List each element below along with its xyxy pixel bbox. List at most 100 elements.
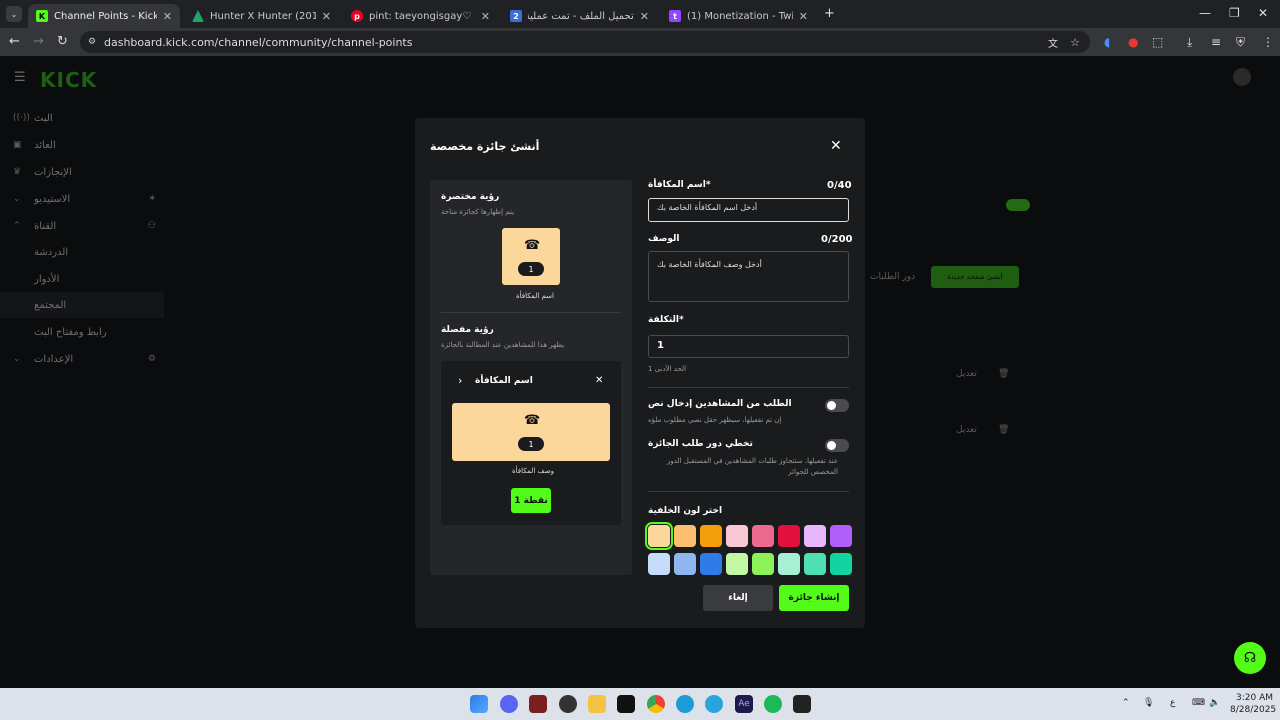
color-swatch[interactable] <box>778 553 800 575</box>
app-icon[interactable] <box>559 695 577 713</box>
language-indicator[interactable]: ع <box>1170 698 1175 708</box>
extensions-puzzle-icon[interactable]: ⬚ <box>1152 35 1163 49</box>
windows-start-icon[interactable] <box>470 695 488 713</box>
delete-icon[interactable]: 🗑 <box>998 369 1009 379</box>
skip-queue-toggle[interactable] <box>825 439 849 452</box>
tab-google-drive[interactable]: Hunter X Hunter (2011) - Goog ✕ <box>184 4 339 28</box>
tab-search-button[interactable]: ⌄ <box>6 6 22 22</box>
require-text-toggle[interactable] <box>825 399 849 412</box>
reward-name-input[interactable]: أدخل اسم المكافأة الخاصة بك <box>648 198 849 222</box>
close-icon[interactable]: ✕ <box>163 10 172 23</box>
back-icon[interactable]: ← <box>9 34 20 49</box>
window-close-button[interactable]: ✕ <box>1258 6 1268 20</box>
edit-button[interactable]: تعديل <box>956 369 977 379</box>
new-tab-button[interactable]: + <box>824 6 835 21</box>
modal-title: أنشئ جائزة مخصصة <box>430 140 540 153</box>
download-icon[interactable]: ⤓ <box>1187 35 1192 50</box>
color-swatch[interactable] <box>674 553 696 575</box>
spotify-icon[interactable] <box>764 695 782 713</box>
tab-pinterest[interactable]: p pint: taeyongisgay♡ ✕ <box>343 4 498 28</box>
site-info-icon[interactable]: ⚙ <box>88 37 96 47</box>
hamburger-icon[interactable]: ☰ <box>14 70 26 85</box>
color-swatch[interactable] <box>700 525 722 547</box>
sidebar-item-chat[interactable]: الدردشة <box>0 239 164 265</box>
sidebar-item-community[interactable]: المجتمع <box>0 292 164 318</box>
color-swatch[interactable] <box>700 553 722 575</box>
support-chat-button[interactable]: ☊ <box>1234 642 1266 674</box>
capcut-icon[interactable] <box>617 695 635 713</box>
kick-icon: K <box>36 10 48 22</box>
close-icon[interactable]: ✕ <box>595 375 603 386</box>
sidebar-item-stream[interactable]: ((·)) البث <box>0 105 164 131</box>
color-swatch[interactable] <box>726 525 748 547</box>
tab-file-convert[interactable]: 2 تحميل الملف - تمت عملية التحويل ✕ <box>502 4 657 28</box>
new-page-button[interactable]: أنشئ صفحة جديدة <box>931 266 1019 288</box>
close-icon[interactable]: ✕ <box>322 10 331 23</box>
enabled-toggle[interactable] <box>1006 199 1030 211</box>
sidebar-item-studio[interactable]: ⌄ الاستيديو ✶ <box>0 186 164 212</box>
tab-kick-dashboard[interactable]: K Channel Points - Kick Dashboard ✕ <box>28 4 180 28</box>
edge-icon[interactable] <box>676 695 694 713</box>
translate-icon[interactable]: 文 <box>1048 35 1058 50</box>
discord-icon[interactable] <box>500 695 518 713</box>
sidebar-item-roles[interactable]: الأدوار <box>0 266 164 292</box>
tab-twitch[interactable]: t (1) Monetization - Twitch ✕ <box>661 4 816 28</box>
app-icon[interactable] <box>793 695 811 713</box>
sidebar-item-channel[interactable]: ⌃ القناة ⚇ <box>0 213 164 239</box>
color-swatch[interactable] <box>830 525 852 547</box>
close-icon[interactable]: ✕ <box>640 10 649 23</box>
close-icon[interactable]: ✕ <box>799 10 808 23</box>
color-swatch[interactable] <box>726 553 748 575</box>
minimize-button[interactable]: — <box>1199 6 1211 20</box>
detailed-view-title: رؤية مفصلة <box>441 325 494 335</box>
app-icon[interactable] <box>529 695 547 713</box>
menu-icon[interactable]: ⋮ <box>1262 35 1274 49</box>
clock-date[interactable]: 8/28/2025 <box>1230 705 1276 715</box>
close-icon[interactable]: ✕ <box>830 138 842 154</box>
forward-icon[interactable]: → <box>33 34 44 49</box>
address-bar[interactable]: ⚙ dashboard.kick.com/channel/community/c… <box>80 31 1090 53</box>
chevron-right-icon[interactable]: › <box>458 374 462 387</box>
chrome-icon[interactable] <box>647 695 665 713</box>
sidebar-item-revenue[interactable]: ▣ العائد <box>0 132 164 158</box>
color-swatch[interactable] <box>752 525 774 547</box>
close-icon[interactable]: ✕ <box>481 10 490 23</box>
color-swatch[interactable] <box>804 525 826 547</box>
requests-link[interactable]: دور الطلبات <box>870 272 915 282</box>
color-swatch[interactable] <box>674 525 696 547</box>
extension-icon[interactable]: ● <box>1128 35 1138 49</box>
reload-icon[interactable]: ↻ <box>57 34 68 49</box>
network-icon[interactable]: ⌨ <box>1192 698 1205 708</box>
color-swatch[interactable] <box>752 553 774 575</box>
chevron-down-icon: ⌄ <box>13 354 21 364</box>
color-swatch[interactable] <box>778 525 800 547</box>
description-textarea[interactable]: أدخل وصف المكافأة الخاصة بك <box>648 251 849 302</box>
sidebar-item-achievements[interactable]: ♛ الإنجازات <box>0 159 164 185</box>
edit-button[interactable]: تعديل <box>956 425 977 435</box>
create-reward-button[interactable]: إنشاء جائزة <box>779 585 849 611</box>
reading-list-icon[interactable]: ≡ <box>1211 35 1221 49</box>
after-effects-icon[interactable]: Ae <box>735 695 753 713</box>
microphone-icon[interactable]: 🎙 <box>1143 698 1154 708</box>
cancel-button[interactable]: إلغاء <box>703 585 773 611</box>
volume-icon[interactable]: 🔈 <box>1209 698 1220 708</box>
maximize-button[interactable]: ❐ <box>1229 6 1240 20</box>
chevron-up-icon[interactable]: ⌃ <box>1122 698 1130 708</box>
color-swatch[interactable] <box>804 553 826 575</box>
cost-input[interactable]: 1 <box>648 335 849 358</box>
shield-icon[interactable]: ⛨ <box>1236 35 1245 50</box>
cost-badge: 1 <box>518 437 544 451</box>
bookmark-star-icon[interactable]: ☆ <box>1070 36 1080 49</box>
color-swatch[interactable] <box>645 522 673 550</box>
sidebar-item-stream-key[interactable]: رابط ومفتاح البث <box>0 319 164 345</box>
sidebar-item-settings[interactable]: ⌄ الإعدادات ⚙ <box>0 346 164 372</box>
telegram-icon[interactable] <box>705 695 723 713</box>
redeem-button[interactable]: 1 نقطة <box>511 488 551 513</box>
clock-time[interactable]: 3:20 AM <box>1236 693 1273 703</box>
file-explorer-icon[interactable] <box>588 695 606 713</box>
color-swatch[interactable] <box>830 553 852 575</box>
avatar[interactable] <box>1233 68 1251 86</box>
color-swatch[interactable] <box>648 553 670 575</box>
delete-icon[interactable]: 🗑 <box>998 425 1009 435</box>
extension-icon[interactable]: ◖ <box>1104 35 1110 49</box>
